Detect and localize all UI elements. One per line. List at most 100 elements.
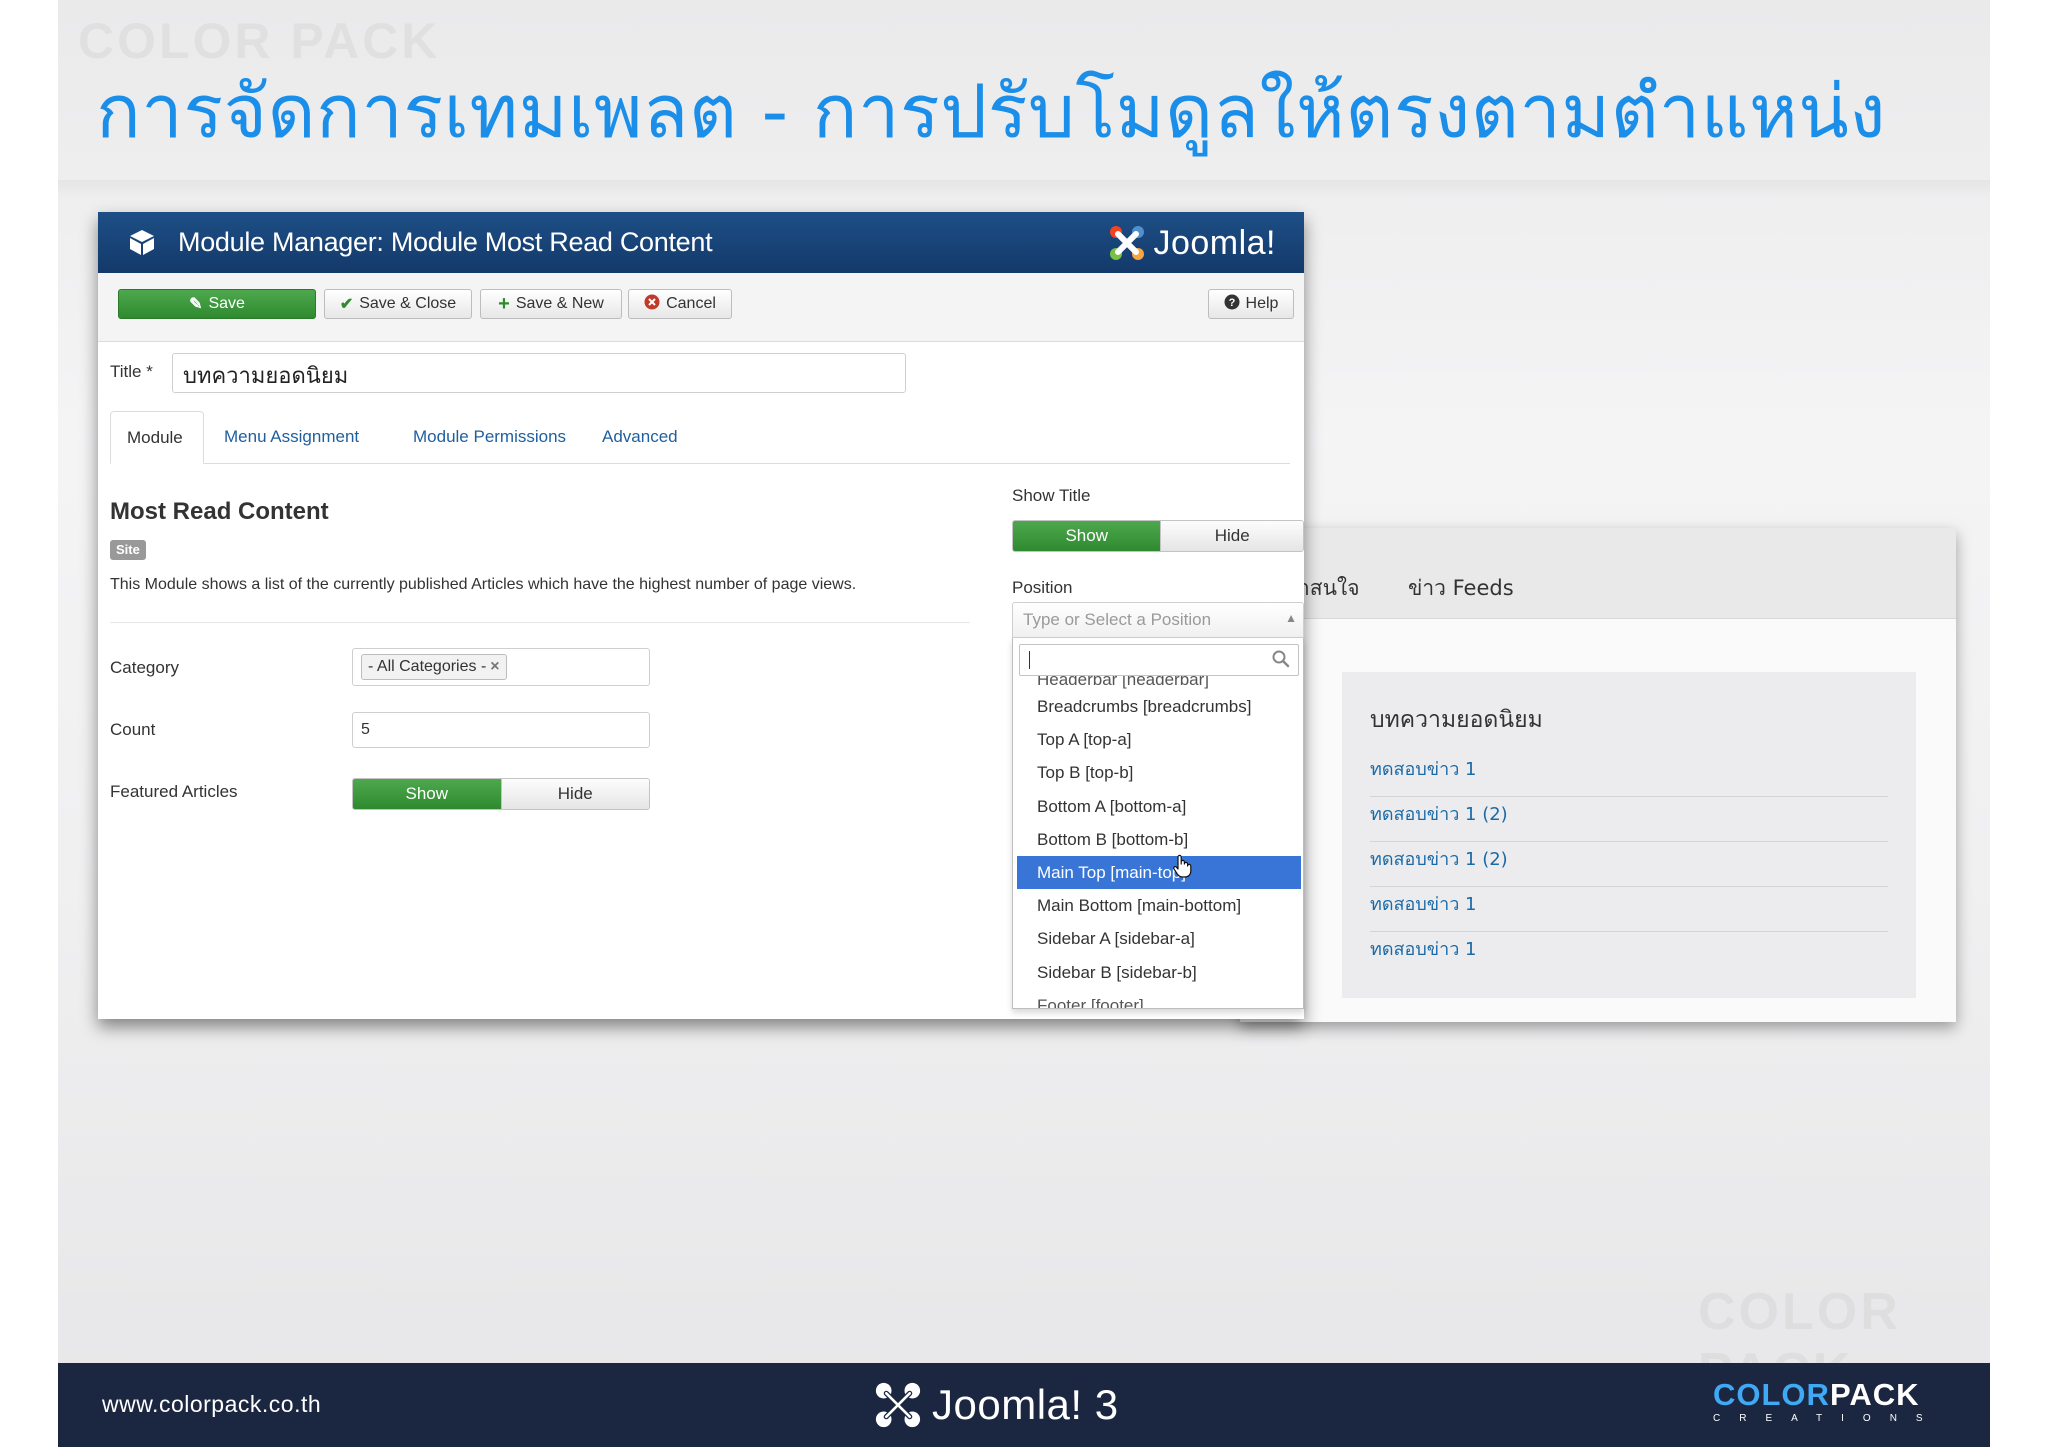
show-title-label: Show Title xyxy=(1012,486,1091,505)
brand-pack-word: PACK xyxy=(1829,1377,1920,1412)
selected-option-label: Main Top [main-top] xyxy=(1037,862,1186,882)
module-description: This Module shows a list of the currentl… xyxy=(110,576,857,593)
cancel-button[interactable]: Cancel xyxy=(628,289,732,319)
module-type-title: Most Read Content xyxy=(110,498,329,525)
position-option[interactable]: Breadcrumbs [breadcrumbs] xyxy=(1017,690,1301,723)
count-label: Count xyxy=(110,720,156,739)
article-link[interactable]: ทดสอบข่าว 1 (2) xyxy=(1370,842,1888,887)
search-icon xyxy=(1272,650,1290,668)
title-shadow-band xyxy=(58,180,1990,198)
cancel-icon xyxy=(644,294,660,315)
article-link-list: ทดสอบข่าว 1 ทดสอบข่าว 1 (2) ทดสอบข่าว 1 … xyxy=(1370,752,1888,976)
article-link[interactable]: ทดสอบข่าว 1 xyxy=(1370,887,1888,932)
cube-icon xyxy=(130,230,154,255)
tab-module[interactable]: Module xyxy=(110,411,204,464)
joomla-mark-icon xyxy=(1110,226,1145,260)
hand-cursor-icon xyxy=(1173,854,1192,878)
featured-hide-option[interactable]: Hide xyxy=(500,779,649,809)
save-new-button[interactable]: + Save & New xyxy=(480,289,622,319)
tab-bar: Module Menu Assignment Module Permission… xyxy=(110,411,1290,464)
caret-up-icon[interactable]: ▲ xyxy=(1285,611,1297,625)
tab-module-permissions[interactable]: Module Permissions xyxy=(397,411,582,463)
count-value: 5 xyxy=(361,721,370,738)
show-title-show-option[interactable]: Show xyxy=(1013,521,1161,551)
footer-url: www.colorpack.co.th xyxy=(102,1391,322,1417)
footer-bar: www.colorpack.co.th Joomla! 3 COLORPACK … xyxy=(58,1363,1990,1447)
position-label: Position xyxy=(1012,578,1073,597)
position-option[interactable]: Top A [top-a] xyxy=(1017,723,1301,756)
featured-articles-toggle[interactable]: Show Hide xyxy=(352,778,650,810)
joomla-version: 3 xyxy=(1094,1381,1119,1428)
footer-joomla-wordmark: Joomla! 3 xyxy=(932,1381,1119,1429)
featured-articles-label: Featured Articles xyxy=(110,782,238,801)
edit-icon: ✎ xyxy=(189,296,203,313)
site-preview-panel: ่าสนใจ ข่าว Feeds บทความยอดนิยม ทดสอบข่า… xyxy=(1240,528,1956,1022)
colorpack-wordmark: COLORPACK xyxy=(1713,1379,1953,1411)
category-label: Category xyxy=(110,658,179,677)
help-label: Help xyxy=(1245,295,1279,312)
brand-color-word: COLOR xyxy=(1713,1377,1830,1412)
position-search-input[interactable] xyxy=(1019,644,1299,676)
position-option[interactable]: Main Bottom [main-bottom] xyxy=(1017,889,1301,922)
position-option[interactable]: Bottom B [bottom-b] xyxy=(1017,823,1301,856)
article-link[interactable]: ทดสอบข่าว 1 xyxy=(1370,932,1888,976)
count-input[interactable]: 5 xyxy=(352,712,650,748)
site-nav-bar: ่าสนใจ ข่าว Feeds xyxy=(1240,528,1956,619)
save-button[interactable]: ✎ Save xyxy=(118,289,316,319)
tab-menu-assignment[interactable]: Menu Assignment xyxy=(208,411,375,463)
show-title-hide-option[interactable]: Hide xyxy=(1160,521,1303,551)
position-select[interactable]: Type or Select a Position ▲ xyxy=(1012,602,1304,638)
position-option[interactable]: Sidebar A [sidebar-a] xyxy=(1017,922,1301,955)
joomla-word: Joomla! xyxy=(932,1381,1083,1428)
show-title-toggle[interactable]: Show Hide xyxy=(1012,520,1304,552)
title-label: Title * xyxy=(110,362,153,381)
save-close-button[interactable]: ✔ Save & Close xyxy=(324,289,472,319)
save-new-label: Save & New xyxy=(515,295,604,312)
featured-show-option[interactable]: Show xyxy=(353,779,501,809)
position-option[interactable]: Bottom A [bottom-a] xyxy=(1017,790,1301,823)
site-nav-item-interest[interactable]: ่าสนใจ xyxy=(1298,572,1360,605)
category-chip[interactable]: - All Categories - × xyxy=(361,654,507,680)
most-read-module-box: บทความยอดนิยม ทดสอบข่าว 1 ทดสอบข่าว 1 (2… xyxy=(1342,672,1916,998)
article-link[interactable]: ทดสอบข่าว 1 (2) xyxy=(1370,797,1888,842)
slide-title: การจัดการเทมเพลต - การปรับโมดูลให้ตรงตาม… xyxy=(96,69,1886,155)
admin-header-title: Module Manager: Module Most Read Content xyxy=(178,227,713,257)
svg-text:?: ? xyxy=(1228,297,1235,309)
cancel-label: Cancel xyxy=(666,295,716,312)
remove-chip-icon[interactable]: × xyxy=(490,658,499,675)
toolbar: ✎ Save ✔ Save & Close + Save & New Cance… xyxy=(98,273,1304,342)
site-badge: Site xyxy=(110,540,146,560)
footer-joomla-logo: Joomla! 3 xyxy=(872,1377,1119,1433)
text-cursor xyxy=(1029,651,1030,669)
save-button-label: Save xyxy=(208,295,245,312)
category-select[interactable]: - All Categories - × xyxy=(352,648,650,686)
check-icon: ✔ xyxy=(339,296,354,313)
plus-icon: + xyxy=(498,292,510,315)
position-option[interactable]: Top B [top-b] xyxy=(1017,756,1301,789)
help-button[interactable]: ? Help xyxy=(1208,289,1294,319)
joomla-mark-icon xyxy=(875,1382,921,1428)
position-option-selected[interactable]: Main Top [main-top] xyxy=(1017,854,1301,890)
position-dropdown: Headerbar [headerbar] Breadcrumbs [bread… xyxy=(1012,638,1304,1009)
position-placeholder: Type or Select a Position xyxy=(1023,610,1212,629)
slide-stage: COLOR PACK COLOR PACK การจัดการเทมเพลต -… xyxy=(0,0,2048,1447)
position-option[interactable]: Headerbar [headerbar] xyxy=(1017,676,1301,690)
site-nav-item-feeds[interactable]: ข่าว Feeds xyxy=(1408,572,1514,605)
module-box-title: บทความยอดนิยม xyxy=(1370,707,1543,733)
save-close-label: Save & Close xyxy=(359,295,457,312)
article-link[interactable]: ทดสอบข่าว 1 xyxy=(1370,752,1888,797)
position-option[interactable]: Footer [footer] xyxy=(1017,989,1301,1008)
divider xyxy=(110,622,970,623)
question-icon: ? xyxy=(1224,294,1240,315)
colorpack-logo: COLORPACK CREATIONS xyxy=(1713,1379,1953,1431)
tab-advanced[interactable]: Advanced xyxy=(586,411,694,463)
position-option-list: Headerbar [headerbar] Breadcrumbs [bread… xyxy=(1017,676,1301,1008)
admin-header: Module Manager: Module Most Read Content… xyxy=(98,212,1304,273)
position-option[interactable]: Sidebar B [sidebar-b] xyxy=(1017,956,1301,989)
joomla-wordmark: Joomla! xyxy=(1153,223,1276,262)
title-input[interactable]: บทความยอดนิยม xyxy=(172,353,906,393)
module-manager-window: Module Manager: Module Most Read Content… xyxy=(98,212,1304,1019)
category-chip-label: - All Categories - xyxy=(368,658,487,675)
colorpack-tagline: CREATIONS xyxy=(1713,1413,1942,1424)
joomla-logo: Joomla! xyxy=(1107,222,1276,264)
